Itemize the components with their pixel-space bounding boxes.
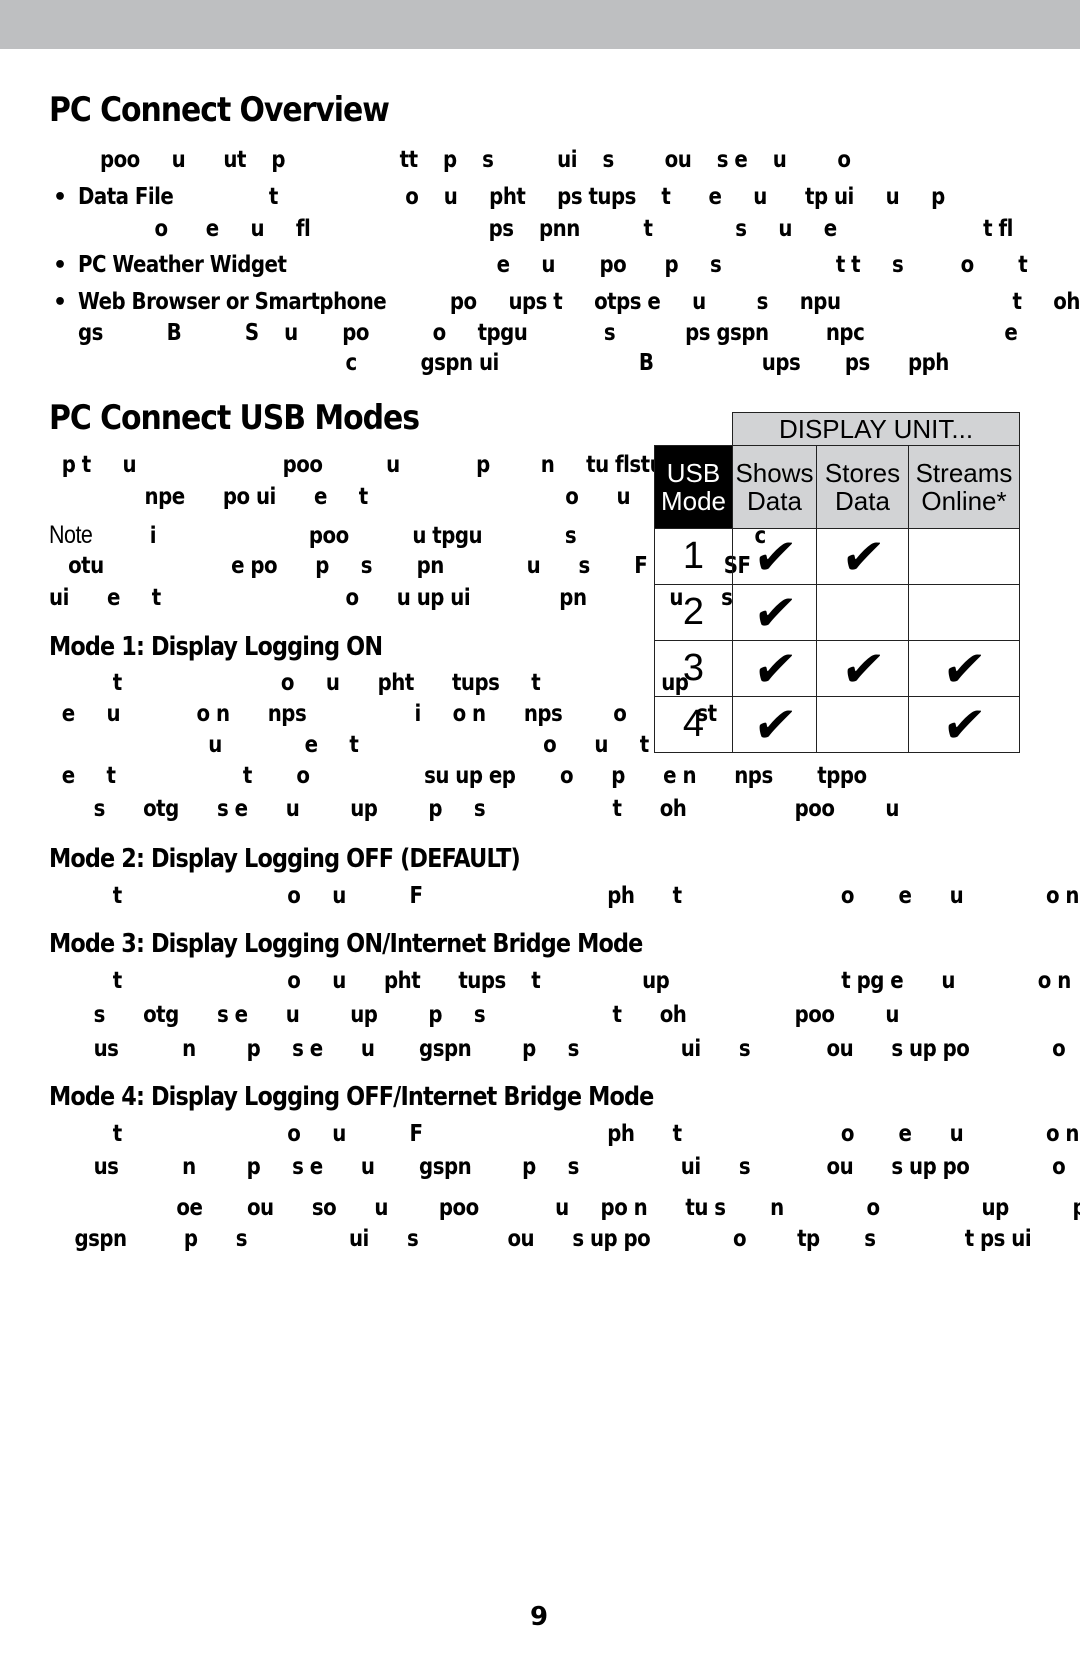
table-mode-cell: 4 (654, 696, 733, 753)
mode-2-text: t o u F ph t o e u o n nps (49, 883, 1080, 909)
column-header-line2: Data (835, 486, 890, 516)
checkmark-icon: ✔ (749, 527, 800, 586)
mode-number: 2 (682, 591, 705, 633)
mode-4-text: us n p s e u gspn p s ui s ou s up po o … (49, 1154, 1080, 1180)
bullet-text: po ups t otps e u s npu t oh B (386, 289, 1080, 315)
usb-modes-intro: p t u poo u p n tu flstu (49, 452, 664, 478)
mode-4-title: Mode 4: Display Logging OFF/Internet Bri… (49, 1082, 654, 1112)
corner-header-line1: USB (666, 458, 721, 488)
table-cell-stores (816, 696, 909, 753)
column-header-line1: Stores (824, 458, 901, 488)
bullet-dot: • (53, 290, 68, 315)
bullet-text: o e u fl ps pnn t s u e t fl (78, 216, 1013, 242)
mode-number: 3 (682, 647, 705, 689)
bullet-lead: Data File (78, 184, 174, 210)
note-text: ui e t o u up ui pn u s (49, 585, 733, 611)
bullet-lead: PC Weather Widget (78, 252, 287, 278)
checkmark-icon: ✔ (749, 583, 800, 642)
checkmark-icon: ✔ (837, 639, 888, 698)
mode-1-text: u e t o u t (49, 732, 649, 758)
table-cell-streams: ✔ (908, 695, 1020, 754)
table-cell-streams: ✔ (908, 639, 1020, 698)
bullet-lead: Web Browser or Smartphone (78, 289, 387, 315)
column-header-line2: Online* (921, 486, 1007, 516)
usb-modes-title: PC Connect USB Modes (49, 398, 420, 438)
bullet-text: c gspn ui B ups ps pph (78, 350, 950, 376)
table-cell-shows: ✔ (732, 695, 817, 754)
group-header-label: DISPLAY UNIT... (778, 414, 974, 444)
table-cell-stores: ✔ (816, 527, 909, 586)
table-mode-cell: 3 (654, 640, 733, 697)
table-cell-shows: ✔ (732, 527, 817, 586)
page-number: 9 (530, 1602, 549, 1632)
mode-3-text: t o u pht tups t up t pg e u o n n (49, 968, 1080, 994)
table-mode-cell: 1 (654, 528, 733, 585)
bullet-web-browser: Web Browser or Smartphone po ups t otps … (78, 289, 1080, 315)
mode-3-text: s otg s e u up p s t oh poo u (49, 1002, 900, 1028)
mode-1-text: e u o n nps i o n nps o st (49, 701, 717, 727)
checkmark-icon: ✔ (938, 639, 990, 698)
overview-title: PC Connect Overview (49, 90, 390, 130)
note-text: otu e po p s pn u s F SF (49, 553, 751, 579)
table-cell-stores (816, 584, 909, 641)
table-cell-stores: ✔ (816, 639, 909, 698)
table-cell-shows: ✔ (732, 583, 817, 642)
bullet-text: gs B S u po o tpgu s ps gspn npc e (78, 320, 1018, 346)
mode-1-text: s otg s e u up p s t oh poo u (49, 796, 900, 822)
mode-1-text: e t t o su up ep o p e n nps tppo (49, 763, 867, 789)
checkmark-icon: ✔ (837, 527, 888, 586)
header-bar (0, 0, 1080, 49)
table-cell-shows: ✔ (732, 639, 817, 698)
mode-2-title: Mode 2: Display Logging OFF (DEFAULT) (49, 844, 521, 874)
bullet-pc-weather-widget: PC Weather Widget e u po p s t t s o t e… (78, 252, 1080, 278)
footnote-text: gspn p s ui s ou s up po o tp s t ps ui … (74, 1226, 1032, 1252)
column-header-line2: Data (747, 486, 802, 516)
table-cell-streams (908, 584, 1020, 641)
mode-3-title: Mode 3: Display Logging ON/Internet Brid… (49, 929, 643, 959)
bullet-dot: • (53, 185, 68, 210)
bullet-dot: • (53, 253, 68, 278)
column-header-line1: Shows (735, 458, 814, 488)
table-corner-header: USB Mode (654, 445, 733, 529)
column-header-streams-online: Streams Online* (908, 445, 1020, 529)
corner-header-line2: Mode (660, 486, 727, 516)
mode-4-text: t o u F ph t o e u o n nps (49, 1121, 1080, 1147)
checkmark-icon: ✔ (749, 639, 800, 698)
mode-1-text: t o u pht tups t up (49, 670, 689, 696)
checkmark-icon: ✔ (749, 695, 800, 754)
bullet-data-file: Data File t o u pht ps tups t e u tp ui … (78, 184, 945, 210)
table-group-header: DISPLAY UNIT... (732, 412, 1020, 446)
overview-intro: poo u ut p tt p s ui s ou s e u o (49, 147, 851, 173)
column-header-line1: Streams (915, 458, 1013, 488)
usb-modes-intro: npe po ui e t o u (49, 484, 631, 510)
bullet-text: e u po p s t t s o t eh (496, 252, 1028, 278)
bullet-text: t o u pht ps tups t e u tp ui u p (173, 184, 945, 210)
table-cell-streams (908, 528, 1020, 585)
mode-number: 4 (682, 703, 705, 745)
table-mode-cell: 2 (654, 584, 733, 641)
footnote-text: oe ou so u poo u po n tu s n o up pou o … (176, 1195, 1080, 1221)
usb-mode-table: DISPLAY UNIT... USB Mode Shows Data Stor… (654, 412, 1020, 760)
mode-3-text: us n p s e u gspn p s ui s ou s up po o … (49, 1036, 1080, 1062)
mode-1-title: Mode 1: Display Logging ON (49, 632, 383, 662)
mode-number: 1 (682, 535, 705, 577)
note-label: Note (49, 521, 93, 549)
column-header-stores-data: Stores Data (816, 445, 909, 529)
checkmark-icon: ✔ (938, 695, 990, 754)
column-header-shows-data: Shows Data (732, 445, 817, 529)
